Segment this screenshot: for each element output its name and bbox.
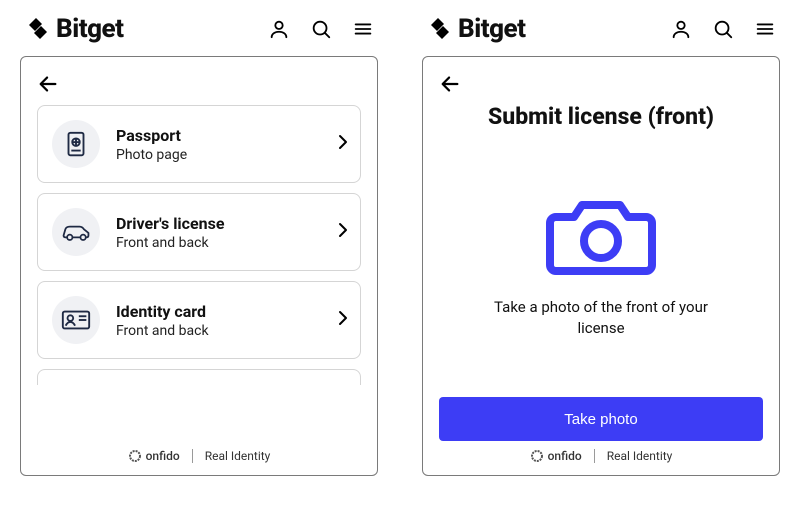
brand-logo-icon [24, 15, 52, 43]
screen-select-document: Bitget [20, 0, 378, 476]
top-actions [670, 18, 776, 40]
top-bar: Bitget [422, 0, 780, 56]
camera-icon [546, 189, 656, 279]
account-icon[interactable] [268, 18, 290, 40]
brand[interactable]: Bitget [24, 14, 123, 44]
chevron-right-icon [338, 134, 348, 154]
brand-name: Bitget [458, 14, 525, 44]
chevron-right-icon [338, 222, 348, 242]
menu-icon[interactable] [754, 18, 776, 40]
back-icon[interactable] [439, 73, 461, 95]
capture-title: Submit license (front) [439, 103, 763, 130]
document-options: Passport Photo page [37, 105, 361, 385]
chevron-right-icon [338, 310, 348, 330]
brand-logo-icon [426, 15, 454, 43]
provider-footer: onfido Real Identity [439, 441, 763, 467]
brand[interactable]: Bitget [426, 14, 525, 44]
provider-footer: onfido Real Identity [37, 441, 361, 467]
capture-body: Take a photo of the front of your licens… [439, 130, 763, 397]
provider-tagline: Real Identity [205, 449, 271, 463]
menu-icon[interactable] [352, 18, 374, 40]
passport-icon [52, 120, 100, 168]
onfido-brand: onfido [128, 449, 180, 463]
brand-name: Bitget [56, 14, 123, 44]
option-subtitle: Front and back [116, 323, 322, 339]
onfido-brand: onfido [530, 449, 582, 463]
back-icon[interactable] [37, 73, 59, 95]
id-card-icon [52, 296, 100, 344]
car-icon [52, 208, 100, 256]
option-passport[interactable]: Passport Photo page [37, 105, 361, 183]
screen-capture-front: Bitget [422, 0, 780, 476]
option-subtitle: Photo page [116, 147, 322, 163]
document-select-panel: Passport Photo page [20, 56, 378, 476]
provider-name: onfido [548, 449, 582, 463]
option-identity-card[interactable]: Identity card Front and back [37, 281, 361, 359]
provider-name: onfido [146, 449, 180, 463]
footer-divider [594, 449, 595, 463]
capture-instruction: Take a photo of the front of your licens… [476, 297, 726, 338]
top-actions [268, 18, 374, 40]
option-drivers-license[interactable]: Driver's license Front and back [37, 193, 361, 271]
provider-tagline: Real Identity [607, 449, 673, 463]
capture-panel: Submit license (front) Take a photo of t… [422, 56, 780, 476]
account-icon[interactable] [670, 18, 692, 40]
top-bar: Bitget [20, 0, 378, 56]
take-photo-button[interactable]: Take photo [439, 397, 763, 441]
option-title: Passport [116, 126, 322, 145]
option-cutoff [37, 369, 361, 385]
option-subtitle: Front and back [116, 235, 322, 251]
option-title: Driver's license [116, 214, 322, 233]
footer-divider [192, 449, 193, 463]
search-icon[interactable] [712, 18, 734, 40]
option-title: Identity card [116, 302, 322, 321]
search-icon[interactable] [310, 18, 332, 40]
